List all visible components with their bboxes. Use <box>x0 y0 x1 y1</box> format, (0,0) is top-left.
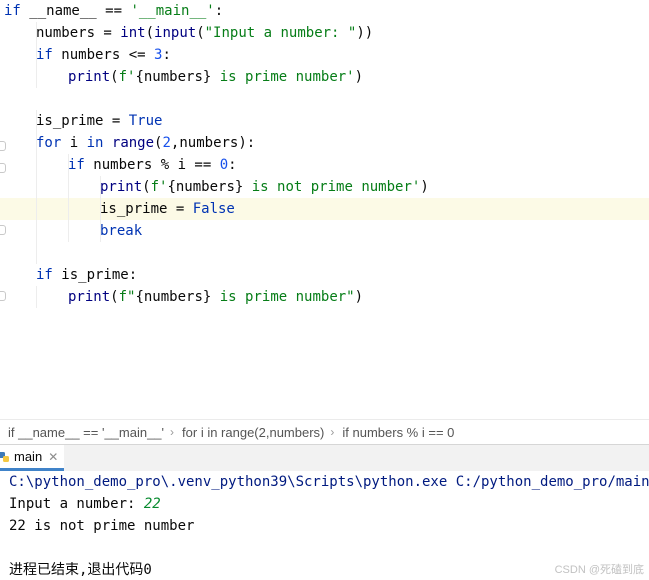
python-icon <box>0 451 9 462</box>
code-line-2[interactable]: numbers = int(input("Input a number: ")) <box>36 22 373 44</box>
code-line-13[interactable]: if is_prime: <box>36 264 137 286</box>
console-user-input: 22 <box>143 496 161 512</box>
code-token: __name__ == <box>20 3 131 19</box>
code-token: is prime number" <box>211 289 355 305</box>
code-line-6[interactable]: is_prime = True <box>36 110 162 132</box>
code-editor[interactable]: if __name__ == '__main__': numbers = int… <box>0 0 649 417</box>
code-token: "Input a number: " <box>204 25 357 41</box>
code-token: : <box>214 3 224 19</box>
console-exit-message: 进程已结束,退出代码0 <box>9 562 152 578</box>
code-token: int <box>120 25 146 41</box>
code-token: ) <box>420 179 429 195</box>
fold-marker-icon[interactable] <box>0 163 6 173</box>
code-token: in <box>86 135 104 151</box>
code-line-11[interactable]: break <box>100 220 142 242</box>
code-token: : <box>162 47 171 63</box>
code-token: {numbers} <box>167 179 244 195</box>
code-token: ( <box>145 25 155 41</box>
code-token: is_prime = <box>36 113 129 129</box>
code-token: is not prime number' <box>243 179 421 195</box>
close-icon[interactable]: ✕ <box>48 450 58 464</box>
breadcrumb-item[interactable]: if numbers % i == 0 <box>334 425 460 440</box>
code-line-10[interactable]: is_prime = False <box>100 198 235 220</box>
code-token: ,numbers): <box>170 135 256 151</box>
code-line-14[interactable]: print(f"{numbers} is prime number") <box>68 286 363 308</box>
run-console[interactable]: C:\python_demo_pro\.venv_python39\Script… <box>0 471 649 580</box>
current-line-highlight <box>0 198 649 220</box>
code-token: f' <box>118 69 136 85</box>
code-token: is prime number' <box>211 69 355 85</box>
code-token: input <box>154 25 197 41</box>
indent-guide <box>36 286 37 308</box>
code-token: for <box>36 135 62 151</box>
code-token: numbers % i == <box>84 157 220 173</box>
code-token: is_prime = <box>100 201 193 217</box>
code-token: ( <box>110 289 119 305</box>
code-token: ( <box>196 25 205 41</box>
code-token: : <box>228 157 237 173</box>
code-token: ( <box>142 179 151 195</box>
code-token: {numbers} <box>135 69 212 85</box>
console-prompt-line: Input a number: 22 <box>9 493 161 515</box>
run-tool-window-tabs: main ✕ <box>0 444 649 472</box>
code-line-8[interactable]: if numbers % i == 0: <box>68 154 237 176</box>
watermark: CSDN @死磕到底 <box>554 564 644 576</box>
code-token: print <box>100 179 143 195</box>
code-token: if <box>4 3 21 19</box>
code-line-1[interactable]: if __name__ == '__main__': <box>4 0 223 22</box>
code-token: ) <box>354 289 364 305</box>
breadcrumb-item[interactable]: if __name__ == '__main__' <box>0 425 170 440</box>
code-token: range <box>111 135 155 151</box>
console-output-line: 22 is not prime number <box>9 518 195 534</box>
code-token: f' <box>150 179 168 195</box>
code-token: {numbers} <box>135 289 212 305</box>
code-token: print <box>68 69 111 85</box>
breadcrumb-item[interactable]: for i in range(2,numbers) <box>174 425 330 440</box>
run-tab-label: main <box>14 449 43 464</box>
code-token: print <box>68 289 111 305</box>
code-line-9[interactable]: print(f'{numbers} is not prime number') <box>100 176 429 198</box>
code-token: if <box>68 157 85 173</box>
code-token: f" <box>118 289 136 305</box>
code-token: numbers = <box>36 25 121 41</box>
code-token: break <box>100 223 143 239</box>
breadcrumb: if __name__ == '__main__' › for i in ran… <box>0 419 649 444</box>
code-line-7[interactable]: for i in range(2,numbers): <box>36 132 255 154</box>
fold-marker-icon[interactable] <box>0 291 6 301</box>
code-token: False <box>192 201 235 217</box>
code-token: if <box>36 267 53 283</box>
code-token: '__main__' <box>130 3 215 19</box>
code-token: 0 <box>219 157 229 173</box>
code-token: ( <box>110 69 119 85</box>
code-token: True <box>128 113 163 129</box>
code-line-4[interactable]: print(f'{numbers} is prime number') <box>68 66 363 88</box>
code-token: ) <box>354 69 364 85</box>
code-token: if <box>36 47 53 63</box>
code-token: is_prime: <box>52 267 138 283</box>
code-token: i <box>61 135 87 151</box>
code-token: )) <box>356 25 374 41</box>
code-token: numbers <= <box>52 47 155 63</box>
fold-marker-icon[interactable] <box>0 141 6 151</box>
console-prompt: Input a number: <box>9 496 144 512</box>
code-line-3[interactable]: if numbers <= 3: <box>36 44 171 66</box>
code-token: 2 <box>162 135 171 151</box>
run-tab-main[interactable]: main ✕ <box>0 445 65 471</box>
console-command-line: C:\python_demo_pro\.venv_python39\Script… <box>9 474 649 490</box>
fold-marker-icon[interactable] <box>0 225 6 235</box>
